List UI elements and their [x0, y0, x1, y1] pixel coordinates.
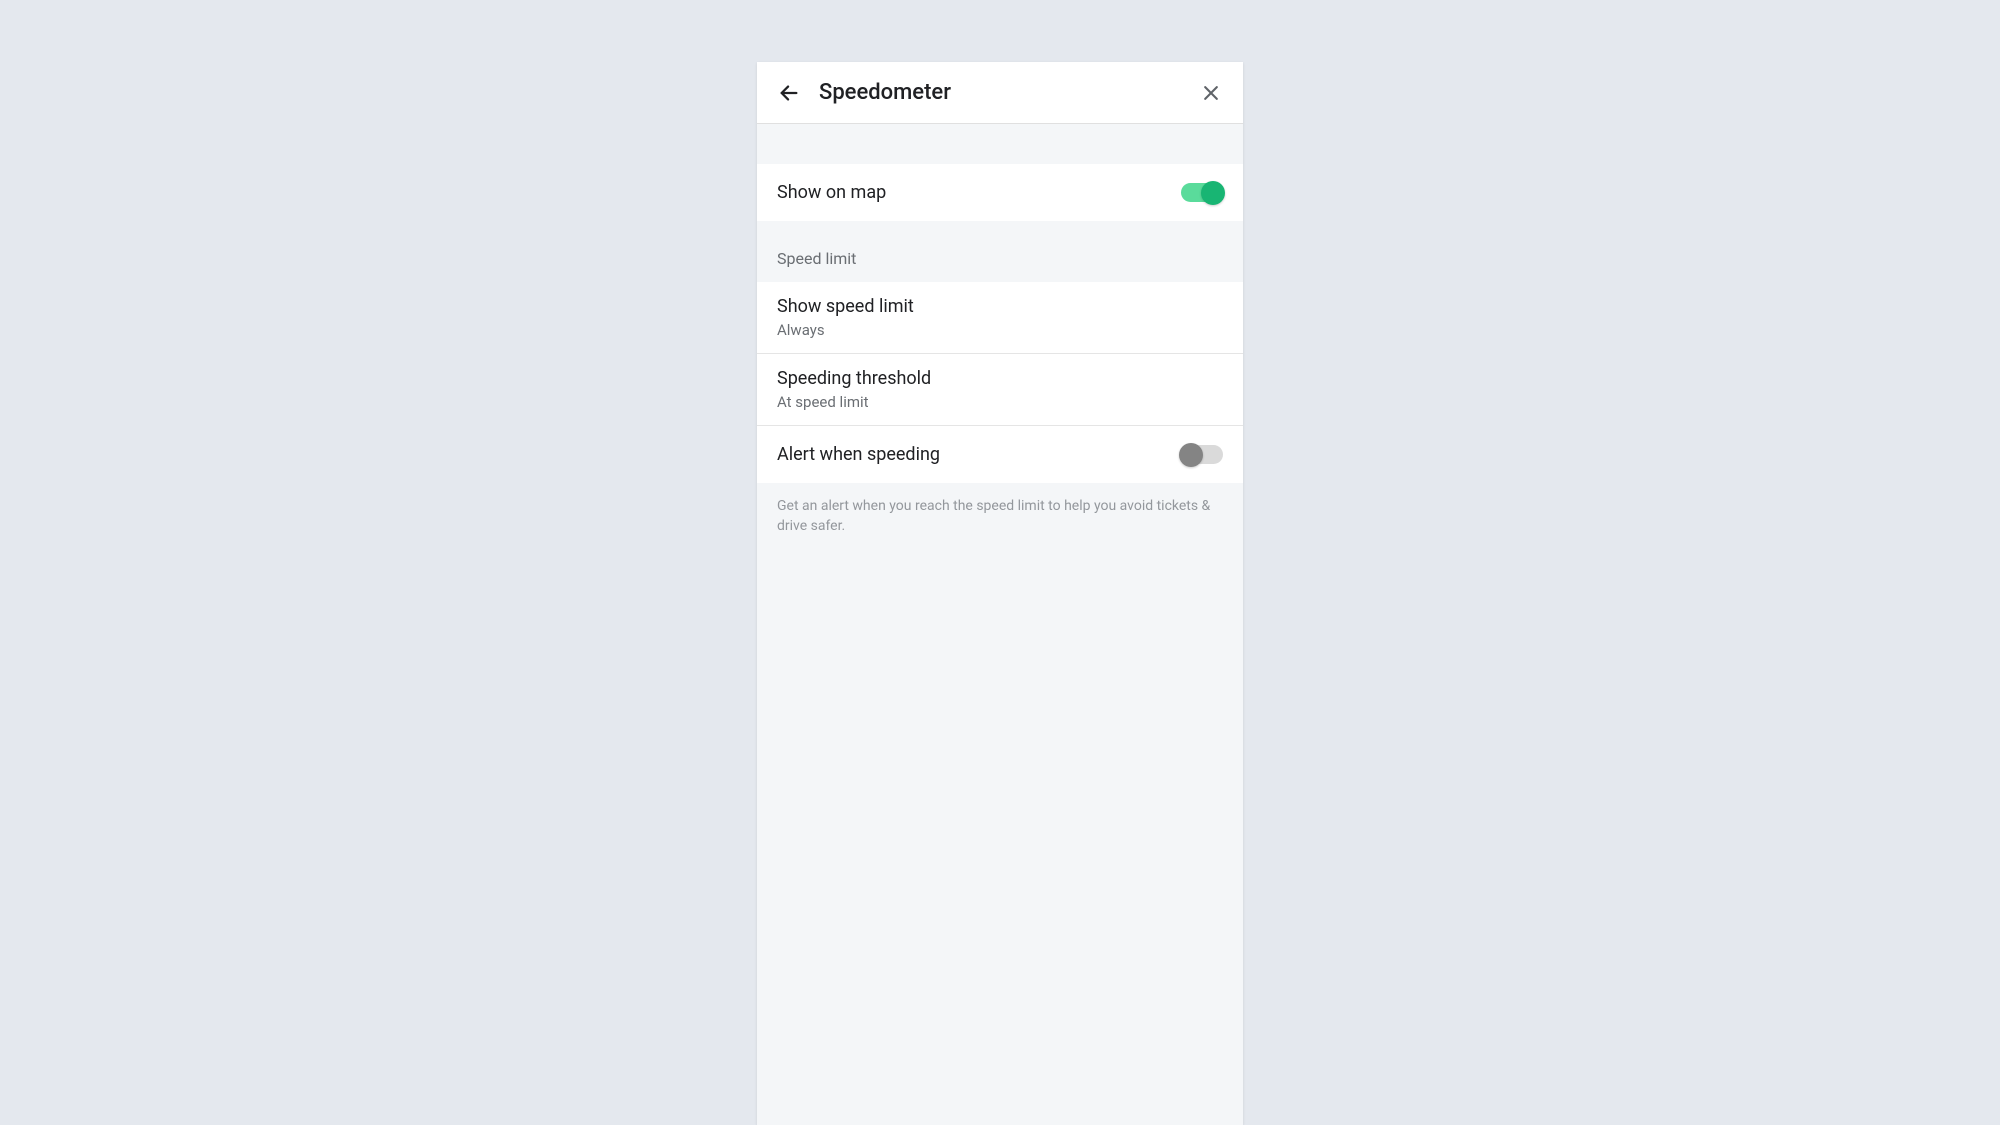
speedometer-settings-panel: Speedometer Show on map Speed limit Show…: [757, 62, 1243, 1125]
toggle-knob: [1179, 443, 1203, 467]
toggle-knob: [1201, 181, 1225, 205]
alert-when-speeding-toggle[interactable]: [1181, 445, 1223, 464]
footer-help-text: Get an alert when you reach the speed li…: [757, 483, 1243, 550]
show-on-map-toggle[interactable]: [1181, 183, 1223, 202]
show-on-map-row: Show on map: [757, 164, 1243, 221]
speeding-threshold-value: At speed limit: [777, 393, 1223, 411]
speeding-threshold-title: Speeding threshold: [777, 368, 1223, 389]
speeding-threshold-item[interactable]: Speeding threshold At speed limit: [757, 354, 1243, 426]
alert-when-speeding-label: Alert when speeding: [777, 444, 940, 465]
page-title: Speedometer: [819, 80, 1199, 105]
show-speed-limit-title: Show speed limit: [777, 296, 1223, 317]
close-button[interactable]: [1199, 81, 1223, 105]
arrow-left-icon: [778, 82, 800, 104]
close-icon: [1201, 83, 1221, 103]
spacer: [757, 124, 1243, 164]
show-speed-limit-item[interactable]: Show speed limit Always: [757, 282, 1243, 354]
back-button[interactable]: [777, 81, 801, 105]
header-bar: Speedometer: [757, 62, 1243, 124]
speed-limit-section-header: Speed limit: [757, 221, 1243, 282]
show-on-map-label: Show on map: [777, 182, 886, 203]
alert-when-speeding-row: Alert when speeding: [757, 426, 1243, 483]
show-speed-limit-value: Always: [777, 321, 1223, 339]
